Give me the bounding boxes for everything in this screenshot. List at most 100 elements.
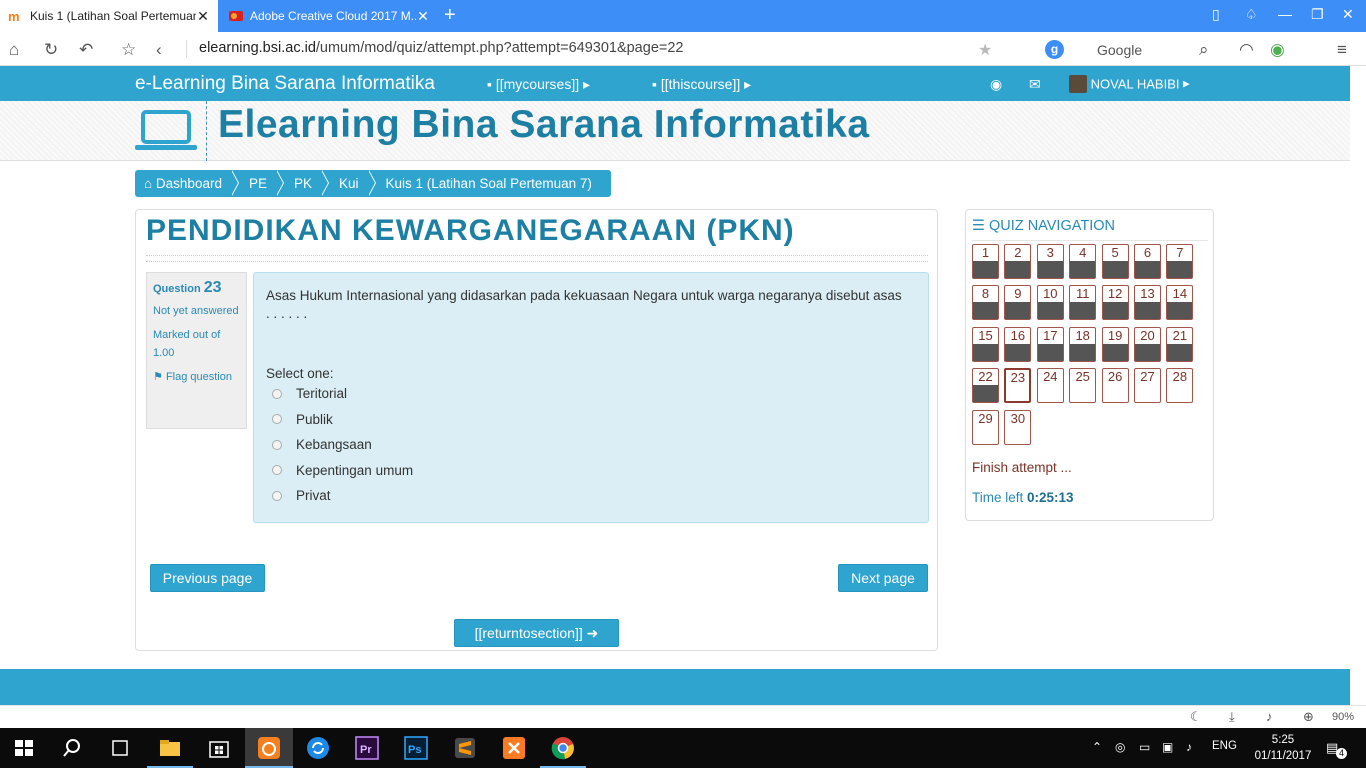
close-window-icon[interactable]: ✕ bbox=[1342, 6, 1354, 23]
quiz-nav-button[interactable]: 4 bbox=[1069, 244, 1097, 279]
quiz-nav-button[interactable]: 21 bbox=[1166, 326, 1194, 362]
answer-option[interactable]: Publik bbox=[266, 407, 916, 433]
quiz-nav-button[interactable]: 28 bbox=[1166, 368, 1194, 404]
vertical-scrollbar[interactable] bbox=[1350, 66, 1366, 705]
quiz-nav-button[interactable]: 8 bbox=[972, 285, 999, 321]
bookmark-star-icon[interactable]: ☆ bbox=[121, 40, 136, 60]
quiz-nav-button[interactable]: 9 bbox=[1004, 285, 1032, 321]
quiz-nav-button[interactable]: 11 bbox=[1069, 285, 1097, 321]
sync-app-icon[interactable] bbox=[306, 736, 330, 760]
previous-page-button[interactable]: Previous page bbox=[150, 564, 265, 592]
search-icon[interactable]: ⌕ bbox=[1199, 40, 1209, 60]
mycourses-menu[interactable]: ▪ [[mycourses]] ▸ bbox=[487, 76, 590, 93]
radio-button[interactable] bbox=[272, 490, 282, 501]
download-icon[interactable]: ⤓ bbox=[1229, 709, 1235, 725]
restore-icon[interactable]: ❐ bbox=[1311, 6, 1324, 23]
quiz-nav-button[interactable]: 15 bbox=[972, 326, 999, 362]
answer-option[interactable]: Teritorial bbox=[266, 381, 916, 407]
quiz-nav-button[interactable]: 30 bbox=[1004, 409, 1032, 445]
file-explorer-icon[interactable] bbox=[158, 736, 182, 760]
notification-icon[interactable]: ◉ bbox=[990, 76, 1002, 93]
home-icon[interactable]: ⌂ bbox=[9, 40, 19, 60]
radio-button[interactable] bbox=[272, 388, 282, 399]
sound-icon[interactable]: ♪ bbox=[1266, 709, 1273, 724]
thiscourse-menu[interactable]: ▪ [[thiscourse]] ▸ bbox=[652, 76, 751, 93]
quiz-nav-button[interactable]: 3 bbox=[1036, 244, 1064, 279]
windows-start-icon[interactable] bbox=[12, 736, 36, 760]
option-label[interactable]: Kebangsaan bbox=[296, 437, 372, 452]
quiz-nav-button[interactable]: 25 bbox=[1069, 368, 1097, 404]
volume-icon[interactable]: ♪ bbox=[1186, 740, 1192, 754]
flag-question-link[interactable]: ⚑ Flag question bbox=[153, 368, 240, 386]
window-layout-icon[interactable]: ▯ bbox=[1212, 6, 1220, 23]
quiz-nav-button[interactable]: 1 bbox=[972, 244, 999, 279]
reload-icon[interactable]: ↻ bbox=[44, 40, 58, 60]
quiz-nav-button[interactable]: 23 bbox=[1004, 368, 1032, 404]
tab-kuis[interactable]: m Kuis 1 (Latihan Soal Pertemuan 7) ✕ bbox=[0, 0, 218, 32]
skin-icon[interactable]: ♤ bbox=[1245, 6, 1258, 23]
quiz-nav-button[interactable]: 13 bbox=[1134, 285, 1161, 321]
back-icon[interactable]: ‹ bbox=[156, 40, 162, 60]
sublime-text-icon[interactable] bbox=[453, 736, 477, 760]
site-brand[interactable]: e-Learning Bina Sarana Informatika bbox=[135, 73, 435, 95]
chrome-icon[interactable] bbox=[551, 736, 575, 760]
chevron-up-icon[interactable]: ⌃ bbox=[1092, 740, 1102, 754]
quiz-nav-button[interactable]: 27 bbox=[1134, 368, 1161, 404]
favorite-star-icon[interactable]: ★ bbox=[978, 40, 992, 60]
taskbar-clock[interactable]: 5:25 01/11/2017 bbox=[1248, 732, 1318, 764]
finish-attempt-link[interactable]: Finish attempt ... bbox=[972, 460, 1072, 475]
url-field[interactable]: elearning.bsi.ac.id/umum/mod/quiz/attemp… bbox=[199, 40, 683, 56]
battery-icon[interactable]: ▭ bbox=[1139, 740, 1150, 754]
quiz-nav-button[interactable]: 29 bbox=[972, 409, 999, 445]
option-label[interactable]: Teritorial bbox=[296, 386, 347, 401]
search-icon[interactable] bbox=[60, 736, 84, 760]
breadcrumb-dashboard[interactable]: ⌂ Dashboard bbox=[135, 170, 239, 197]
quiz-nav-button[interactable]: 7 bbox=[1166, 244, 1194, 279]
close-icon[interactable]: ✕ bbox=[416, 8, 430, 25]
store-icon[interactable] bbox=[207, 736, 231, 760]
close-icon[interactable]: ✕ bbox=[196, 8, 210, 25]
radio-button[interactable] bbox=[272, 414, 282, 425]
breadcrumb-quiz[interactable]: Kuis 1 (Latihan Soal Pertemuan 7) bbox=[367, 170, 611, 197]
new-tab-icon[interactable]: + bbox=[444, 4, 456, 26]
option-label[interactable]: Publik bbox=[296, 412, 333, 427]
language-indicator[interactable]: ENG bbox=[1212, 740, 1237, 752]
premiere-icon[interactable]: Pr bbox=[355, 736, 379, 760]
quiz-nav-button[interactable]: 17 bbox=[1036, 326, 1064, 362]
quiz-nav-button[interactable]: 6 bbox=[1134, 244, 1161, 279]
quiz-nav-button[interactable]: 20 bbox=[1134, 326, 1161, 362]
zoom-icon[interactable]: ⊕ bbox=[1303, 709, 1314, 725]
option-label[interactable]: Privat bbox=[296, 488, 331, 503]
next-page-button[interactable]: Next page bbox=[838, 564, 928, 592]
quiz-nav-button[interactable]: 14 bbox=[1166, 285, 1194, 321]
xampp-icon[interactable] bbox=[502, 736, 526, 760]
undo-icon[interactable]: ↶ bbox=[79, 40, 93, 60]
answer-option[interactable]: Kepentingan umum bbox=[266, 458, 916, 484]
user-menu[interactable]: NOVAL HABIBI ▸ bbox=[1069, 75, 1190, 93]
menu-icon[interactable]: ≡ bbox=[1337, 40, 1347, 60]
quiz-nav-button[interactable]: 10 bbox=[1036, 285, 1064, 321]
minimize-icon[interactable]: — bbox=[1278, 6, 1292, 22]
quiz-nav-button[interactable]: 12 bbox=[1101, 285, 1129, 321]
message-icon[interactable]: ✉ bbox=[1029, 76, 1041, 93]
answer-option[interactable]: Kebangsaan bbox=[266, 432, 916, 458]
option-label[interactable]: Kepentingan umum bbox=[296, 463, 413, 478]
night-mode-icon[interactable]: ☾ bbox=[1190, 709, 1202, 725]
search-engine-label[interactable]: Google bbox=[1097, 42, 1142, 58]
quiz-nav-button[interactable]: 18 bbox=[1069, 326, 1097, 362]
tab-adobe[interactable]: Adobe Creative Cloud 2017 M... ✕ bbox=[220, 0, 438, 32]
answer-option[interactable]: Privat bbox=[266, 483, 916, 509]
quiz-nav-button[interactable]: 24 bbox=[1036, 368, 1064, 404]
quiz-nav-button[interactable]: 26 bbox=[1101, 368, 1129, 404]
uc-browser-icon[interactable] bbox=[257, 736, 281, 760]
tray-app-icon[interactable]: ◎ bbox=[1115, 740, 1125, 754]
task-view-icon[interactable] bbox=[108, 736, 132, 760]
photoshop-icon[interactable]: Ps bbox=[404, 736, 428, 760]
wifi-icon[interactable]: ◠ bbox=[1239, 40, 1254, 60]
quiz-nav-button[interactable]: 19 bbox=[1101, 326, 1129, 362]
quiz-nav-button[interactable]: 22 bbox=[972, 368, 999, 404]
extension-icon[interactable]: ◉ bbox=[1270, 40, 1285, 60]
google-search-icon[interactable]: g bbox=[1045, 40, 1064, 59]
radio-button[interactable] bbox=[272, 465, 282, 476]
radio-button[interactable] bbox=[272, 439, 282, 450]
